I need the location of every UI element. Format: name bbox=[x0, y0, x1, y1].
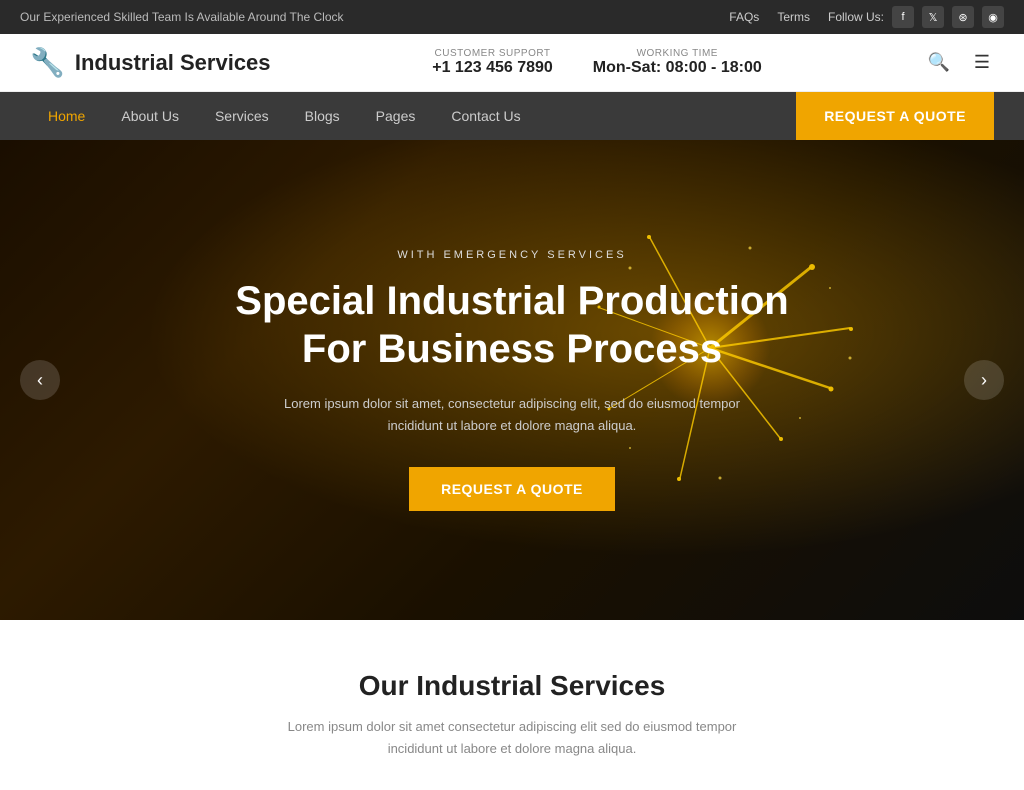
twitter-icon[interactable]: 𝕏 bbox=[922, 6, 944, 28]
header-contact: CUSTOMER SUPPORT +1 123 456 7890 WORKING… bbox=[432, 48, 762, 77]
hero-cta-button[interactable]: Request A Quote bbox=[409, 467, 615, 511]
customer-support: CUSTOMER SUPPORT +1 123 456 7890 bbox=[432, 48, 553, 77]
header: 🔧 Industrial Services CUSTOMER SUPPORT +… bbox=[0, 34, 1024, 92]
nav-item-home[interactable]: Home bbox=[30, 92, 103, 140]
terms-link[interactable]: Terms bbox=[777, 10, 810, 24]
follow-us: Follow Us: f 𝕏 ⊛ ◉ bbox=[828, 6, 1004, 28]
nav-item-contact[interactable]: Contact Us bbox=[433, 92, 538, 140]
wrench-icon: 🔧 bbox=[30, 46, 65, 79]
services-title: Our Industrial Services bbox=[30, 670, 994, 702]
menu-button[interactable]: ☰ bbox=[970, 48, 994, 77]
nav-link-about[interactable]: About Us bbox=[103, 92, 197, 140]
nav-item-blogs[interactable]: Blogs bbox=[287, 92, 358, 140]
top-bar: Our Experienced Skilled Team Is Availabl… bbox=[0, 0, 1024, 34]
hero-title: Special Industrial ProductionFor Busines… bbox=[235, 277, 788, 373]
search-button[interactable]: 🔍 bbox=[923, 48, 953, 77]
top-bar-right: FAQs Terms Follow Us: f 𝕏 ⊛ ◉ bbox=[729, 6, 1004, 28]
nav-item-services[interactable]: Services bbox=[197, 92, 287, 140]
hero-description: Lorem ipsum dolor sit amet, consectetur … bbox=[235, 393, 788, 437]
nav-links: Home About Us Services Blogs Pages Conta… bbox=[30, 92, 539, 140]
whatsapp-icon[interactable]: ⊛ bbox=[952, 6, 974, 28]
announcement: Our Experienced Skilled Team Is Availabl… bbox=[20, 10, 344, 24]
services-description: Lorem ipsum dolor sit amet consectetur a… bbox=[272, 716, 752, 760]
hero-content: WITH EMERGENCY SERVICES Special Industri… bbox=[215, 249, 808, 511]
slider-next-button[interactable]: › bbox=[964, 360, 1004, 400]
working-time-value: Mon-Sat: 08:00 - 18:00 bbox=[593, 59, 762, 77]
instagram-icon[interactable]: ◉ bbox=[982, 6, 1004, 28]
customer-support-phone: +1 123 456 7890 bbox=[432, 59, 553, 77]
nav-item-about[interactable]: About Us bbox=[103, 92, 197, 140]
nav-link-contact[interactable]: Contact Us bbox=[433, 92, 538, 140]
slider-prev-button[interactable]: ‹ bbox=[20, 360, 60, 400]
logo-text: Industrial Services bbox=[75, 50, 271, 76]
services-section: Our Industrial Services Lorem ipsum dolo… bbox=[0, 620, 1024, 790]
faqs-link[interactable]: FAQs bbox=[729, 10, 759, 24]
header-actions: 🔍 ☰ bbox=[923, 48, 994, 77]
logo[interactable]: 🔧 Industrial Services bbox=[30, 46, 271, 79]
nav-item-pages[interactable]: Pages bbox=[358, 92, 434, 140]
nav-link-services[interactable]: Services bbox=[197, 92, 287, 140]
follow-label: Follow Us: bbox=[828, 10, 884, 24]
nav-link-home[interactable]: Home bbox=[30, 92, 103, 140]
hero-section: ‹ WITH EMERGENCY SERVICES Special Indust… bbox=[0, 140, 1024, 620]
working-time-label: WORKING TIME bbox=[593, 48, 762, 59]
working-time: WORKING TIME Mon-Sat: 08:00 - 18:00 bbox=[593, 48, 762, 77]
navbar: Home About Us Services Blogs Pages Conta… bbox=[0, 92, 1024, 140]
nav-quote-button[interactable]: Request A Quote bbox=[796, 92, 994, 140]
nav-link-pages[interactable]: Pages bbox=[358, 92, 434, 140]
nav-link-blogs[interactable]: Blogs bbox=[287, 92, 358, 140]
hero-subtitle: WITH EMERGENCY SERVICES bbox=[235, 249, 788, 261]
customer-support-label: CUSTOMER SUPPORT bbox=[432, 48, 553, 59]
facebook-icon[interactable]: f bbox=[892, 6, 914, 28]
